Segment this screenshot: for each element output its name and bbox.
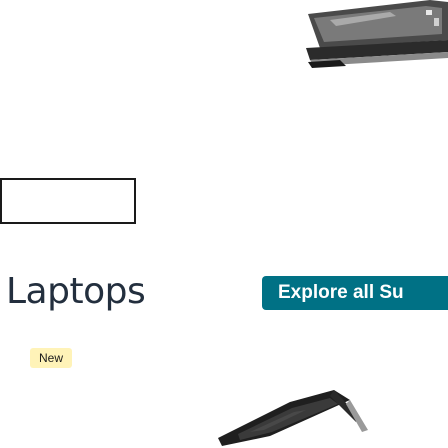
- product-laptop-image[interactable]: [210, 360, 380, 448]
- page: Laptops Explore all Su New: [0, 0, 448, 448]
- new-badge: New: [30, 348, 73, 368]
- hero-laptop-image[interactable]: [300, 0, 448, 110]
- image-placeholder-frame[interactable]: [0, 178, 136, 224]
- category-title: Laptops: [6, 271, 146, 312]
- explore-all-button[interactable]: Explore all Su: [262, 276, 448, 310]
